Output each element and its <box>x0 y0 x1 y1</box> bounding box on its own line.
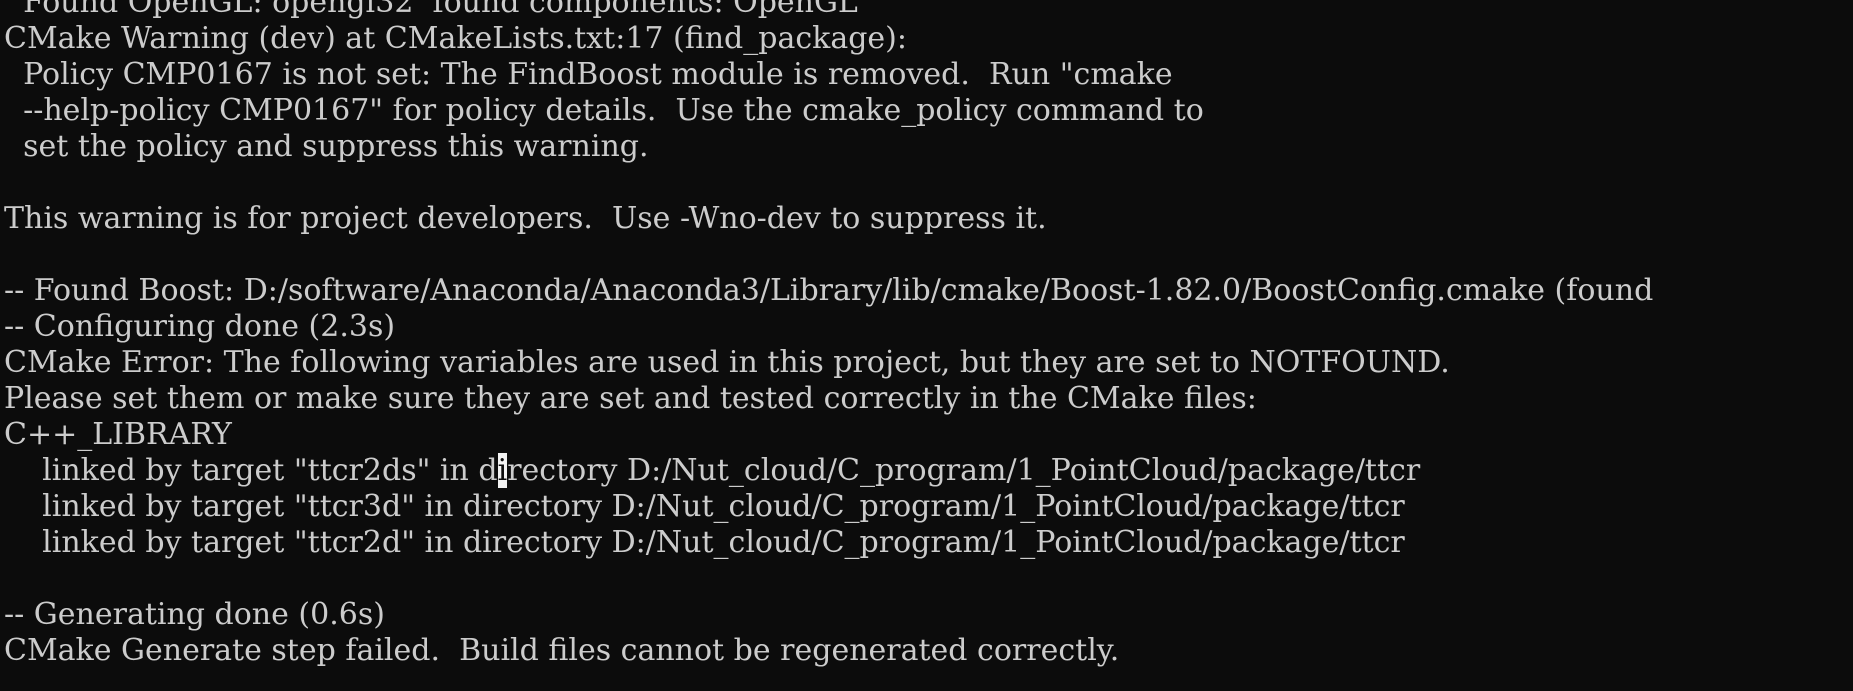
console-line: CMake Warning (dev) at CMakeLists.txt:17… <box>4 21 907 56</box>
console-line: set the policy and suppress this warning… <box>4 129 649 164</box>
console-line: This warning is for project developers. … <box>4 201 1047 236</box>
text-before-cursor: linked by target "ttcr2ds" in d <box>4 453 498 488</box>
console-line: -- Generating done (0.6s) <box>4 597 385 632</box>
console-line: Please set them or make sure they are se… <box>4 381 1257 416</box>
console-line-with-cursor: linked by target "ttcr2ds" in directory … <box>4 453 1853 489</box>
console-line: CMake Error: The following variables are… <box>4 345 1450 380</box>
console-line: linked by target "ttcr3d" in directory D… <box>4 489 1405 524</box>
console-line: CMake Generate step failed. Build files … <box>4 633 1120 668</box>
text-after-cursor: rectory D:/Nut_cloud/C_program/1_PointCl… <box>507 453 1421 488</box>
text-cursor[interactable]: i <box>497 453 508 488</box>
console-line: Policy CMP0167 is not set: The FindBoost… <box>4 57 1173 92</box>
console-line: -- Configuring done (2.3s) <box>4 309 396 344</box>
console-line: Found OpenGL: opengl32 found components:… <box>4 0 858 20</box>
console-line: linked by target "ttcr2d" in directory D… <box>4 525 1405 560</box>
terminal-window[interactable]: Found OpenGL: opengl32 found components:… <box>0 0 1853 691</box>
console-line: -- Found Boost: D:/software/Anaconda/Ana… <box>4 273 1654 308</box>
console-line: C++_LIBRARY <box>4 417 232 452</box>
console-output: Found OpenGL: opengl32 found components:… <box>4 0 1853 669</box>
console-line: --help-policy CMP0167" for policy detail… <box>4 93 1204 128</box>
